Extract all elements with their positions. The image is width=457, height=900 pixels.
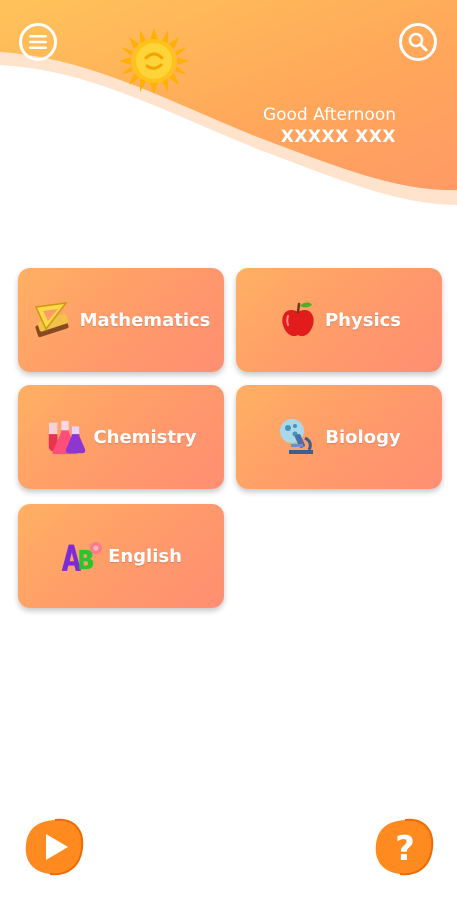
- play-icon: [25, 818, 84, 876]
- sun-icon: [119, 28, 189, 94]
- subject-label: Chemistry: [93, 426, 197, 448]
- question-mark-icon: ?: [375, 818, 434, 876]
- header: Good Afternoon XXXXX XXX: [0, 0, 457, 215]
- svg-text:?: ?: [395, 829, 415, 869]
- greeting-block: Good Afternoon XXXXX XXX: [263, 104, 396, 148]
- subject-card-english[interactable]: English: [18, 504, 224, 608]
- flasks-icon: [45, 416, 87, 458]
- search-icon: [408, 32, 428, 52]
- apple-icon: [277, 299, 319, 341]
- user-name: XXXXX XXX: [280, 127, 396, 147]
- menu-button[interactable]: [19, 23, 57, 61]
- subject-label: English: [108, 545, 182, 567]
- microscope-icon: [277, 416, 319, 458]
- hamburger-menu-icon: [29, 35, 47, 49]
- ruler-book-icon: [32, 299, 74, 341]
- search-button[interactable]: [399, 23, 437, 61]
- subject-label: Physics: [324, 309, 401, 331]
- play-button[interactable]: [22, 816, 84, 876]
- subject-card-physics[interactable]: Physics: [236, 268, 442, 372]
- subject-card-chemistry[interactable]: Chemistry: [18, 385, 224, 489]
- subject-card-biology[interactable]: Biology: [236, 385, 442, 489]
- abc-letters-icon: [60, 535, 103, 577]
- subject-label: Biology: [325, 426, 401, 448]
- help-button[interactable]: ?: [372, 816, 434, 876]
- subject-card-mathematics[interactable]: Mathematics: [18, 268, 224, 372]
- greeting-text: Good Afternoon: [262, 105, 396, 125]
- subject-label: Mathematics: [79, 309, 211, 331]
